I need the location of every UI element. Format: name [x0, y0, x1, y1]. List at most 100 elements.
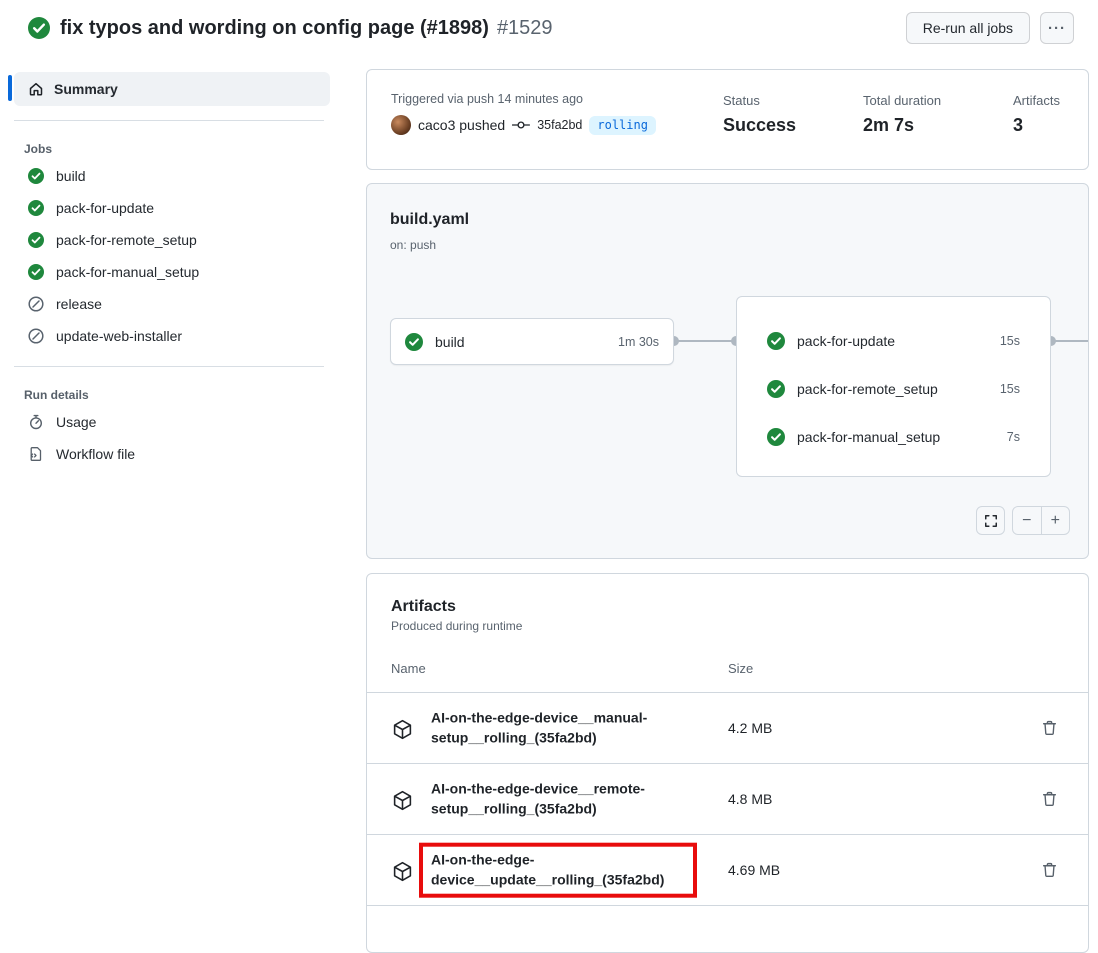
artifacts-subtitle: Produced during runtime [367, 616, 1088, 633]
run-number: #1529 [497, 17, 553, 40]
sidebar-item-workflow-file[interactable]: Workflow file [8, 438, 330, 470]
skipped-circle-icon [28, 328, 44, 344]
sidebar-job-pack-for-remote-setup[interactable]: pack-for-remote_setup [8, 224, 330, 256]
node-duration: 1m 30s [618, 335, 659, 349]
artifacts-label: Artifacts [1013, 93, 1060, 108]
delete-artifact-button[interactable] [1037, 787, 1062, 812]
divider [14, 366, 324, 367]
commit-sha-link[interactable]: 35fa2bd [537, 118, 582, 132]
duration-label: Total duration [863, 93, 941, 108]
check-circle-icon [767, 332, 785, 350]
check-circle-icon [28, 17, 50, 39]
job-label: build [56, 168, 86, 184]
duration-value: 2m 7s [863, 115, 941, 136]
zoom-out-button[interactable]: − [1013, 507, 1042, 534]
sidebar-job-build[interactable]: build [8, 160, 330, 192]
node-label: pack-for-update [797, 333, 895, 349]
sidebar-job-pack-for-update[interactable]: pack-for-update [8, 192, 330, 224]
run-header: fix typos and wording on config page (#1… [0, 0, 1098, 56]
artifact-row: AI-on-the-edge-device__remote-setup__rol… [367, 764, 1088, 835]
connector-line [1051, 340, 1089, 342]
artifact-size: 4.8 MB [728, 791, 772, 807]
sidebar-item-usage[interactable]: Usage [8, 406, 330, 438]
job-label: pack-for-manual_setup [56, 264, 199, 280]
workflow-graph-card: build.yaml on: push build 1m 30s pack-fo… [366, 183, 1089, 559]
kebab-menu-button[interactable]: ··· [1040, 12, 1074, 44]
status-value: Success [723, 115, 796, 136]
artifact-row: AI-on-the-edge-device__manual-setup__rol… [367, 693, 1088, 764]
check-circle-icon [767, 428, 785, 446]
status-label: Status [723, 93, 796, 108]
run-details-heading: Run details [24, 388, 330, 402]
jobs-heading: Jobs [24, 142, 330, 156]
node-duration: 15s [1000, 382, 1020, 396]
trash-icon [1041, 862, 1058, 879]
artifact-name-link[interactable]: AI-on-the-edge-device__manual-setup__rol… [431, 708, 709, 749]
duration-column: Total duration 2m 7s [863, 93, 941, 136]
job-label: update-web-installer [56, 328, 182, 344]
job-label: release [56, 296, 102, 312]
workflow-file-name: build.yaml [390, 211, 469, 229]
check-circle-icon [28, 232, 44, 248]
divider [14, 120, 324, 121]
trash-icon [1041, 791, 1058, 808]
home-icon [28, 81, 44, 97]
graph-node-pack-for-remote-setup[interactable]: pack-for-remote_setup 15s [739, 365, 1048, 413]
connector-line [676, 340, 738, 342]
check-circle-icon [28, 168, 44, 184]
delete-artifact-button[interactable] [1037, 858, 1062, 883]
avatar[interactable] [391, 115, 411, 135]
artifact-name-link[interactable]: AI-on-the-edge-device__remote-setup__rol… [431, 779, 709, 820]
zoom-control: − + [1012, 506, 1070, 535]
delete-artifact-button[interactable] [1037, 716, 1062, 741]
node-duration: 7s [1007, 430, 1020, 444]
package-icon [392, 790, 413, 811]
check-circle-icon [28, 264, 44, 280]
branch-badge[interactable]: rolling [589, 116, 656, 135]
run-detail-label: Usage [56, 414, 96, 430]
artifacts-table-header: Name Size [367, 655, 1088, 693]
actor-pushed[interactable]: caco3 pushed [418, 117, 505, 133]
node-label: pack-for-remote_setup [797, 381, 938, 397]
node-label: pack-for-manual_setup [797, 429, 940, 445]
column-header-size: Size [728, 661, 753, 676]
check-circle-icon [405, 333, 423, 351]
column-header-name: Name [391, 661, 426, 676]
sidebar-job-update-web-installer[interactable]: update-web-installer [8, 320, 330, 352]
graph-job-group: pack-for-update 15s pack-for-remote_setu… [736, 296, 1051, 477]
zoom-in-button[interactable]: + [1042, 507, 1070, 534]
sidebar-item-label: Summary [54, 81, 118, 97]
graph-node-pack-for-manual-setup[interactable]: pack-for-manual_setup 7s [739, 413, 1048, 461]
rerun-all-jobs-button[interactable]: Re-run all jobs [906, 12, 1030, 44]
run-detail-label: Workflow file [56, 446, 135, 462]
artifact-size: 4.2 MB [728, 720, 772, 736]
artifact-size: 4.69 MB [728, 862, 780, 878]
git-commit-icon [512, 119, 530, 131]
check-circle-icon [767, 380, 785, 398]
artifact-name-link-highlighted[interactable]: AI-on-the-edge-device__update__rolling_(… [419, 843, 697, 898]
run-info-card: Triggered via push 14 minutes ago caco3 … [366, 69, 1089, 170]
artifact-row-highlighted: AI-on-the-edge-device__update__rolling_(… [367, 835, 1088, 906]
artifacts-count-column: Artifacts 3 [1013, 93, 1060, 136]
fullscreen-icon [984, 514, 998, 528]
page-title: fix typos and wording on config page (#1… [60, 17, 489, 40]
sidebar-job-release[interactable]: release [8, 288, 330, 320]
artifacts-count: 3 [1013, 115, 1060, 136]
package-icon [392, 861, 413, 882]
job-label: pack-for-update [56, 200, 154, 216]
job-label: pack-for-remote_setup [56, 232, 197, 248]
fit-view-button[interactable] [976, 506, 1005, 535]
sidebar-job-pack-for-manual-setup[interactable]: pack-for-manual_setup [8, 256, 330, 288]
file-code-icon [28, 446, 44, 462]
workflow-trigger: on: push [390, 238, 436, 252]
trash-icon [1041, 720, 1058, 737]
graph-node-pack-for-update[interactable]: pack-for-update 15s [739, 317, 1048, 365]
check-circle-icon [28, 200, 44, 216]
node-duration: 15s [1000, 334, 1020, 348]
node-label: build [435, 334, 465, 350]
sidebar-item-summary[interactable]: Summary [14, 72, 330, 106]
status-column: Status Success [723, 93, 796, 136]
graph-node-build[interactable]: build 1m 30s [390, 318, 674, 365]
artifacts-card: Artifacts Produced during runtime Name S… [366, 573, 1089, 953]
sidebar: Summary Jobs build pack-for-update pack-… [8, 69, 330, 470]
